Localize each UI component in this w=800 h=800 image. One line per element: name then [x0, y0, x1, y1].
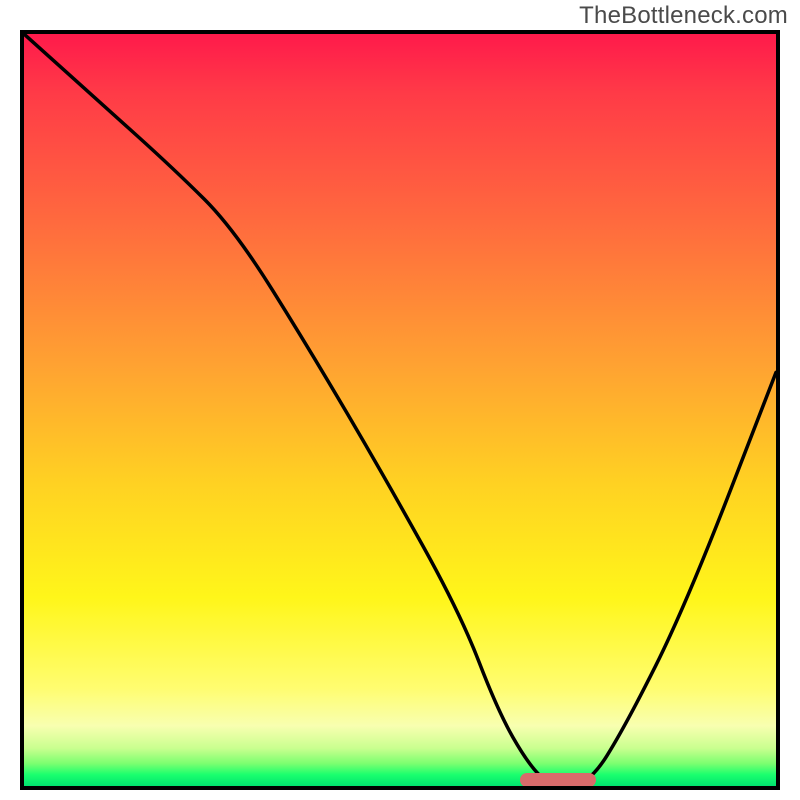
plot-frame: [20, 30, 780, 790]
optimum-marker: [520, 773, 595, 787]
chart-container: TheBottleneck.com: [0, 0, 800, 800]
bottleneck-curve: [24, 34, 776, 786]
watermark-label: TheBottleneck.com: [579, 2, 788, 30]
